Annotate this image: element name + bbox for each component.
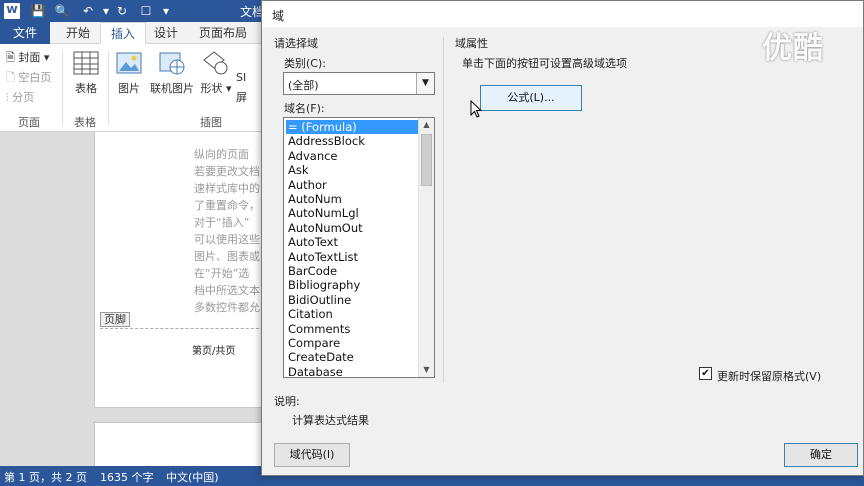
chevron-down-icon[interactable]: ▼ bbox=[416, 73, 434, 94]
shapes-icon bbox=[203, 51, 228, 75]
document-text-line: 速样式库中的 bbox=[194, 182, 260, 195]
blank-page-icon: 🗋 bbox=[6, 71, 15, 84]
document-text-line: 档中所选文本 bbox=[194, 284, 260, 297]
undo-icon[interactable]: ↶ bbox=[80, 3, 96, 19]
mouse-cursor-icon bbox=[470, 100, 482, 118]
tab-home[interactable]: 开始 bbox=[56, 22, 100, 44]
table-button[interactable]: 表格 bbox=[70, 50, 102, 96]
field-properties-hint: 单击下面的按钮可设置高级域选项 bbox=[462, 57, 627, 70]
online-picture-button[interactable]: 联机图片 bbox=[148, 50, 196, 96]
list-item[interactable]: = (Formula) bbox=[286, 120, 418, 134]
tab-file[interactable]: 文件 bbox=[0, 22, 50, 44]
tab-page-layout[interactable]: 页面布局 bbox=[189, 22, 257, 44]
list-item[interactable]: Comments bbox=[286, 322, 418, 336]
dialog-title: 域 bbox=[272, 9, 285, 23]
list-item[interactable]: AutoNumOut bbox=[286, 221, 418, 235]
list-item[interactable]: AddressBlock bbox=[286, 134, 418, 148]
online-picture-label: 联机图片 bbox=[150, 82, 194, 95]
quick-save-icon[interactable]: ☐ bbox=[138, 3, 154, 19]
footer-page-number-text[interactable]: 第页/共页 bbox=[192, 342, 235, 357]
pages-group-label: 页面 bbox=[18, 116, 40, 129]
online-picture-icon bbox=[159, 52, 185, 75]
illustrations-group-label: 插图 bbox=[200, 116, 222, 129]
preserve-formatting-label[interactable]: 更新时保留原格式(V) bbox=[717, 368, 821, 384]
save-icon[interactable]: 💾 bbox=[30, 3, 46, 19]
ribbon-separator bbox=[108, 50, 109, 126]
redo-icon[interactable]: ↻ bbox=[114, 3, 130, 19]
list-item[interactable]: Compare bbox=[286, 336, 418, 350]
description-text: 计算表达式结果 bbox=[292, 414, 369, 427]
list-item[interactable]: AutoTextList bbox=[286, 250, 418, 264]
description-label: 说明: bbox=[274, 395, 300, 408]
cover-page-button[interactable]: 🗎 封面 ▾ bbox=[6, 50, 49, 66]
youku-watermark: 优酷 bbox=[762, 31, 824, 66]
list-item[interactable]: Citation bbox=[286, 307, 418, 321]
page-break-icon: ⫶ bbox=[6, 91, 9, 104]
field-names-label: 域名(F): bbox=[284, 102, 325, 115]
list-item[interactable]: Database bbox=[286, 365, 418, 377]
ok-button[interactable]: 确定 bbox=[784, 443, 858, 467]
ribbon-separator bbox=[62, 50, 63, 126]
dialog-divider bbox=[443, 37, 444, 383]
status-language[interactable]: 中文(中国) bbox=[166, 469, 219, 485]
page-break-button[interactable]: ⫶ 分页 bbox=[6, 90, 34, 106]
document-text-line: 了重置命令， bbox=[194, 199, 260, 212]
picture-label: 图片 bbox=[118, 82, 140, 95]
table-icon bbox=[73, 51, 99, 75]
status-word-count[interactable]: 1635 个字 bbox=[100, 469, 154, 485]
list-item[interactable]: AutoNumLgl bbox=[286, 206, 418, 220]
list-item[interactable]: AutoText bbox=[286, 235, 418, 249]
screenshot-button[interactable]: 屏 bbox=[236, 90, 247, 106]
footer-tag: 页脚 bbox=[100, 312, 130, 327]
preserve-formatting-checkbox[interactable]: ✔ bbox=[699, 367, 712, 380]
list-item[interactable]: BarCode bbox=[286, 264, 418, 278]
document-text-line: 若要更改文档 bbox=[194, 165, 260, 178]
field-names-list[interactable]: = (Formula) AddressBlock Advance Ask Aut… bbox=[283, 117, 435, 378]
field-properties-heading: 域属性 bbox=[455, 37, 488, 50]
word-logo-icon: W bbox=[4, 3, 20, 19]
field-list-scrollbar[interactable]: ▲ ▼ bbox=[418, 118, 434, 377]
page-break-label: 分页 bbox=[12, 91, 35, 104]
scroll-up-icon[interactable]: ▲ bbox=[419, 118, 434, 132]
document-text-line: 纵向的页面 bbox=[194, 148, 249, 161]
blank-page-button[interactable]: 🗋 空白页 bbox=[6, 70, 51, 86]
list-item[interactable]: Bibliography bbox=[286, 278, 418, 292]
list-item[interactable]: BidiOutline bbox=[286, 293, 418, 307]
shapes-button[interactable]: 形状 ▾ bbox=[200, 50, 232, 96]
list-item[interactable]: Ask bbox=[286, 163, 418, 177]
document-text-line: 可以使用这些 bbox=[194, 233, 260, 246]
smartart-button[interactable]: SI bbox=[236, 70, 246, 86]
document-text-line: 图片、图表或 bbox=[194, 250, 260, 263]
tab-design[interactable]: 设计 bbox=[144, 22, 188, 44]
document-text-line: 在“开始”选 bbox=[194, 267, 250, 280]
cover-page-label: 封面 bbox=[18, 51, 41, 64]
undo-dropdown-icon[interactable]: ▾ bbox=[98, 3, 114, 19]
field-dialog: 域 优酷 请选择域 类别(C): (全部) ▼ 域名(F): = (Formul… bbox=[261, 0, 864, 476]
cover-page-icon: 🗎 bbox=[6, 51, 15, 64]
formula-button[interactable]: 公式(L)... bbox=[480, 85, 582, 111]
category-dropdown[interactable]: (全部) ▼ bbox=[283, 72, 435, 95]
tables-group-label: 表格 bbox=[74, 116, 96, 129]
print-preview-icon[interactable]: 🔍 bbox=[54, 3, 70, 19]
blank-page-label: 空白页 bbox=[18, 71, 52, 84]
scrollbar-thumb[interactable] bbox=[421, 134, 432, 186]
category-value: (全部) bbox=[288, 79, 319, 92]
scroll-down-icon[interactable]: ▼ bbox=[419, 363, 434, 377]
list-item[interactable]: AutoNum bbox=[286, 192, 418, 206]
category-label: 类别(C): bbox=[284, 57, 326, 70]
document-text-line: 对于“插入” bbox=[194, 216, 250, 229]
customize-toolbar-icon[interactable]: ▾ bbox=[158, 3, 174, 19]
list-item[interactable]: Advance bbox=[286, 149, 418, 163]
picture-button[interactable]: 图片 bbox=[114, 50, 144, 96]
list-item[interactable]: CreateDate bbox=[286, 350, 418, 364]
document-text-line: 多数控件都允 bbox=[194, 301, 260, 314]
tab-insert[interactable]: 插入 bbox=[100, 22, 147, 44]
choose-field-heading: 请选择域 bbox=[274, 37, 318, 50]
status-page-count[interactable]: 第 1 页，共 2 页 bbox=[4, 469, 87, 485]
picture-icon bbox=[116, 52, 142, 74]
shapes-label: 形状 bbox=[200, 82, 223, 95]
list-item[interactable]: Author bbox=[286, 178, 418, 192]
table-label: 表格 bbox=[75, 82, 97, 95]
field-codes-button[interactable]: 域代码(I) bbox=[274, 443, 350, 467]
